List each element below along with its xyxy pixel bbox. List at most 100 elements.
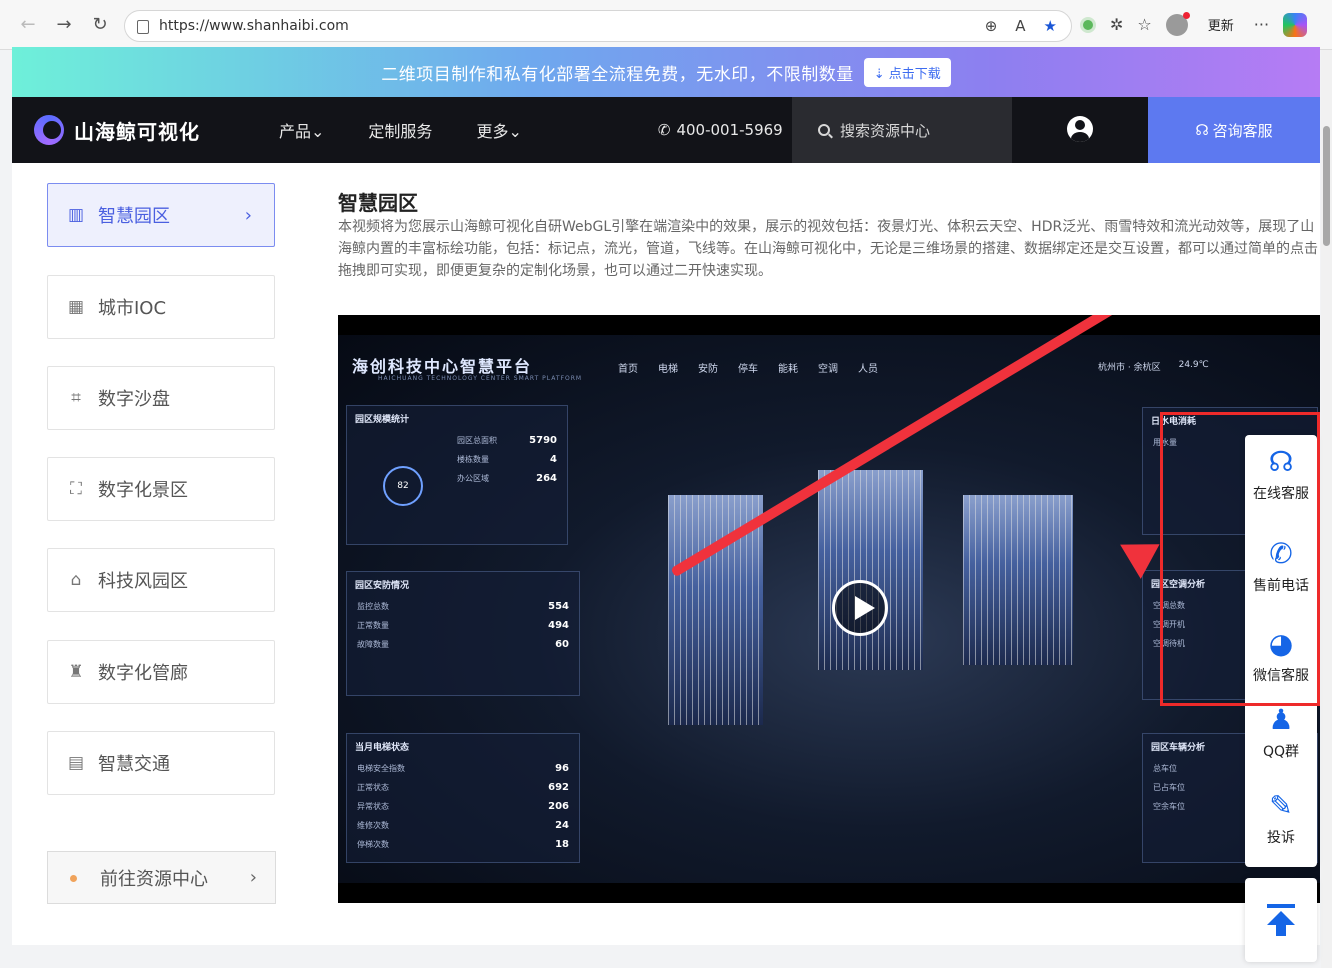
sidebar-item-city-ioc[interactable]: ▦ 城市IOC xyxy=(47,275,275,339)
logo-icon xyxy=(34,115,64,145)
main-menu: 产品⌄ 定制服务 更多⌄ xyxy=(279,118,566,142)
extension-status-icon[interactable] xyxy=(1080,16,1096,33)
arrow-up-icon xyxy=(1267,904,1295,936)
menu-item-custom-service[interactable]: 定制服务 xyxy=(368,118,432,142)
phone-text: 400-001-5969 xyxy=(676,121,783,139)
temperature-text: 24.9℃ xyxy=(1178,360,1209,370)
dashboard-tab: 停车 xyxy=(738,364,758,375)
qq-group-button[interactable]: ♟ QQ群 xyxy=(1245,703,1317,761)
panel-elevator: 当月电梯状态 电梯安全指数 96 正常状态 692 异常状态 206 维修次数 24 停… xyxy=(346,733,580,863)
search-input[interactable]: 搜索资源中心 xyxy=(792,97,1012,163)
forward-icon[interactable]: → xyxy=(46,7,82,43)
sidebar-item-label: 科技风园区 xyxy=(98,571,188,592)
dashboard-tab: 电梯 xyxy=(658,364,678,375)
sidebar-item-scenic[interactable]: ⛶ 数字化景区 xyxy=(47,457,275,521)
user-avatar-icon[interactable] xyxy=(1067,116,1093,142)
menu-item-product[interactable]: 产品⌄ xyxy=(279,118,324,142)
lock-icon xyxy=(137,20,149,34)
dashboard-tab: 能耗 xyxy=(778,364,798,375)
edit-document-icon: ✎ xyxy=(1269,789,1293,822)
qq-icon: ♟ xyxy=(1268,703,1294,736)
bullet-dot-icon xyxy=(70,875,77,882)
building-3d xyxy=(818,470,923,670)
menu-item-more[interactable]: 更多⌄ xyxy=(476,118,521,142)
panel-row: 停梯次数 18 xyxy=(357,839,569,850)
panel-title: 当月电梯状态 xyxy=(355,743,410,753)
scrollbar-thumb[interactable] xyxy=(1323,126,1330,246)
headset-icon: ☊ xyxy=(1195,121,1209,139)
panel-row: 异常状态 206 xyxy=(357,801,569,812)
sidebar-item-digital-sandbox[interactable]: ⌗ 数字沙盘 xyxy=(47,366,275,430)
page-title: 智慧园区 xyxy=(338,191,418,215)
sidebar-item-pipe-gallery[interactable]: ♜ 数字化管廊 xyxy=(47,640,275,704)
back-to-top-button[interactable] xyxy=(1245,878,1317,962)
traffic-icon: ▤ xyxy=(67,753,85,773)
logo-text: 山海鲸可视化 xyxy=(74,119,200,144)
resource-center-link[interactable]: 前往资源中心 › xyxy=(47,851,276,904)
favorites-icon[interactable]: ☆ xyxy=(1137,15,1151,34)
dashboard-tab: 安防 xyxy=(698,364,718,375)
promo-text: 二维项目制作和私有化部署全流程免费，无水印，不限制数量 xyxy=(381,64,854,85)
extensions-icon[interactable]: ✲ xyxy=(1110,15,1123,34)
dashboard-tabs: 首页 电梯 安防 停车 能耗 空调 人员 xyxy=(618,360,878,375)
chevron-right-icon: › xyxy=(249,867,257,888)
dashboard-subtitle: HAICHUANG TECHNOLOGY CENTER SMART PLATFO… xyxy=(378,375,583,382)
search-placeholder: 搜索资源中心 xyxy=(840,121,931,140)
sandbox-icon: ⌗ xyxy=(71,388,81,408)
reload-icon[interactable]: ↻ xyxy=(82,7,118,43)
phone-icon: ✆ xyxy=(657,121,671,139)
dashboard-tab: 人员 xyxy=(858,364,878,375)
sidebar-item-traffic[interactable]: ▤ 智慧交通 xyxy=(47,731,275,795)
main-content: ▥ 智慧园区 › ▦ 城市IOC ⌗ 数字沙盘 ⛶ 数字化景区 ⌂ 科技风园区 … xyxy=(12,163,1320,945)
city-icon: ▦ xyxy=(67,297,85,317)
building-3d xyxy=(963,495,1073,665)
phone-number[interactable]: ✆ 400-001-5969 xyxy=(658,121,783,139)
sidebar-item-tech-park[interactable]: ⌂ 科技风园区 xyxy=(47,548,275,612)
panel-row: 维修次数 24 xyxy=(357,820,569,831)
update-button[interactable]: 更新 xyxy=(1202,12,1240,37)
location-text: 杭州市 · 余杭区 xyxy=(1098,363,1161,373)
back-icon[interactable]: ← xyxy=(10,7,46,43)
pipe-gallery-icon: ♜ xyxy=(68,662,84,682)
sidebar-item-label: 数字化管廊 xyxy=(98,663,188,684)
building-icon: ▥ xyxy=(67,205,85,225)
resource-label: 前往资源中心 xyxy=(100,868,208,890)
panel-title: 园区规模统计 xyxy=(355,415,410,425)
panel-title: 园区安防情况 xyxy=(355,581,410,591)
dashboard-tab: 空调 xyxy=(818,364,838,375)
more-menu-icon[interactable]: ··· xyxy=(1254,15,1269,34)
float-item-label: QQ群 xyxy=(1262,744,1300,760)
panel-row: 楼栋数量 4 xyxy=(457,454,557,465)
float-item-label: 投诉 xyxy=(1267,830,1295,846)
sidebar-item-label: 智慧园区 xyxy=(98,206,170,227)
scenic-icon: ⛶ xyxy=(70,479,82,499)
sidebar-item-label: 智慧交通 xyxy=(98,754,170,775)
sidebar-item-label: 数字化景区 xyxy=(98,480,188,501)
search-icon xyxy=(818,124,830,136)
play-button-icon[interactable] xyxy=(832,580,888,636)
zoom-icon[interactable]: ⊕ xyxy=(985,17,998,35)
dashboard-tab: 首页 xyxy=(618,364,638,375)
address-bar[interactable]: https://www.shanhaibi.com ⊕ A ★ xyxy=(124,10,1072,42)
promo-banner: 二维项目制作和私有化部署全流程免费，无水印，不限制数量 ⇣ 点击下载 xyxy=(12,47,1320,97)
sidebar-item-label: 城市IOC xyxy=(98,298,167,319)
site-logo[interactable]: 山海鲸可视化 xyxy=(34,115,279,145)
page-scrollbar[interactable] xyxy=(1321,50,1332,968)
profile-avatar[interactable] xyxy=(1165,11,1190,36)
copilot-icon[interactable] xyxy=(1283,12,1308,37)
panel-row: 办公区域 264 xyxy=(457,473,557,484)
panel-row: 故障数量 60 xyxy=(357,639,569,650)
consult-button[interactable]: ☊ 咨询客服 xyxy=(1148,97,1320,163)
favorite-star-icon[interactable]: ★ xyxy=(1044,17,1057,35)
read-aloud-icon[interactable]: A xyxy=(1015,17,1025,35)
page-description: 本视频将为您展示山海鲸可视化自研WebGL引擎在端渲染中的效果，展示的视效包括：… xyxy=(338,219,1318,279)
complaint-button[interactable]: ✎ 投诉 xyxy=(1245,789,1317,847)
gauge-value: 82 xyxy=(383,466,423,506)
panel-row: 正常状态 692 xyxy=(357,782,569,793)
browser-toolbar: ← → ↻ https://www.shanhaibi.com ⊕ A ★ ✲ … xyxy=(0,0,1332,50)
site-header: 山海鲸可视化 产品⌄ 定制服务 更多⌄ ✆ 400-001-5969 搜索资源中… xyxy=(12,97,1320,163)
factory-icon: ⌂ xyxy=(70,570,82,590)
sidebar-item-smart-park[interactable]: ▥ 智慧园区 › xyxy=(47,183,275,247)
download-button[interactable]: ⇣ 点击下载 xyxy=(863,57,951,87)
panel-park-scale: 园区规模统计 园区总面积 5790 楼栋数量 4 办公区域 264 82 xyxy=(346,405,568,545)
